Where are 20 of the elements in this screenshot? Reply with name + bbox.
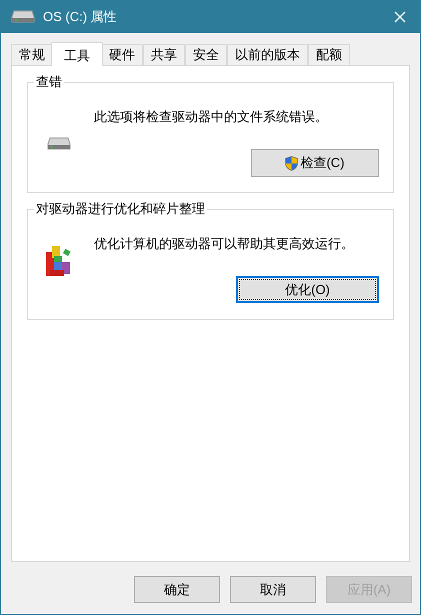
tab[interactable]: 共享 — [143, 44, 185, 65]
tab[interactable]: 工具 — [51, 42, 103, 66]
drive-icon — [11, 10, 35, 24]
dialog-button[interactable]: 确定 — [134, 576, 220, 603]
window-title: OS (C:) 属性 — [43, 8, 118, 26]
tab[interactable]: 以前的版本 — [227, 44, 308, 65]
description: 此选项将检查驱动器中的文件系统错误。 — [94, 108, 328, 126]
tab[interactable]: 硬件 — [101, 44, 143, 65]
description: 优化计算机的驱动器可以帮助其更高效运行。 — [94, 235, 354, 253]
dialog-button[interactable]: 取消 — [230, 576, 316, 603]
shield-icon — [285, 156, 298, 170]
tab[interactable]: 安全 — [185, 44, 227, 65]
close-icon[interactable] — [394, 11, 406, 23]
drive-icon — [47, 137, 71, 151]
tab[interactable]: 常规 — [11, 44, 53, 65]
group-title: 对驱动器进行优化和碎片整理 — [34, 201, 207, 217]
tab[interactable]: 配额 — [308, 44, 350, 65]
optimize-button[interactable]: 优化(O) — [236, 276, 379, 303]
check-button[interactable]: 检查(C) — [251, 149, 379, 177]
group-title: 查错 — [34, 74, 64, 90]
